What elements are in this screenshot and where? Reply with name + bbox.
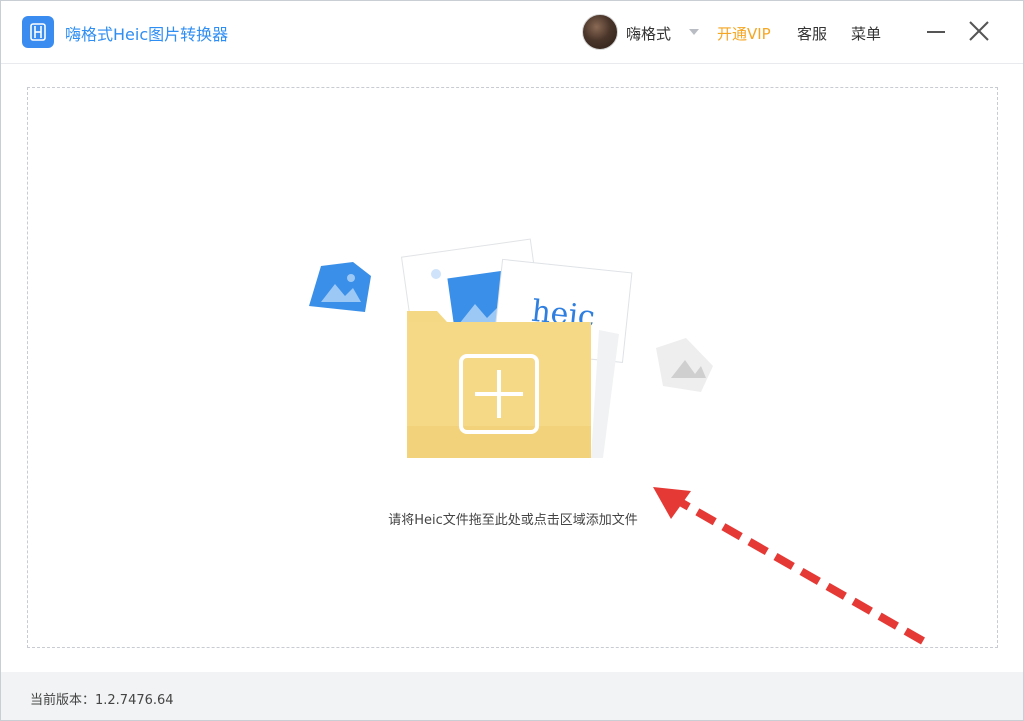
arrow-annotation [653,487,925,645]
avatar[interactable] [582,14,618,50]
vip-button[interactable]: 开通VIP [717,23,771,44]
username[interactable]: 嗨格式 [626,23,671,44]
customer-service-button[interactable]: 客服 [797,23,827,44]
title-bar: 嗨格式Heic图片转换器 嗨格式 开通VIP 客服 菜单 [1,1,1023,64]
status-bar: 当前版本：1.2.7476.64 [1,672,1023,720]
app-logo-icon [22,16,54,48]
minimize-icon[interactable] [925,17,947,45]
image-file-icon [309,262,371,312]
version-label: 当前版本：1.2.7476.64 [30,693,174,708]
folder-add-icon[interactable]: heic [301,226,731,466]
menu-button[interactable]: 菜单 [851,23,881,44]
close-icon[interactable] [966,17,992,45]
app-title: 嗨格式Heic图片转换器 [65,25,229,44]
chevron-down-icon[interactable] [689,29,699,35]
image-file-icon [656,338,713,392]
app-window: 嗨格式Heic图片转换器 嗨格式 开通VIP 客服 菜单 heic 请将Heic… [0,0,1024,721]
